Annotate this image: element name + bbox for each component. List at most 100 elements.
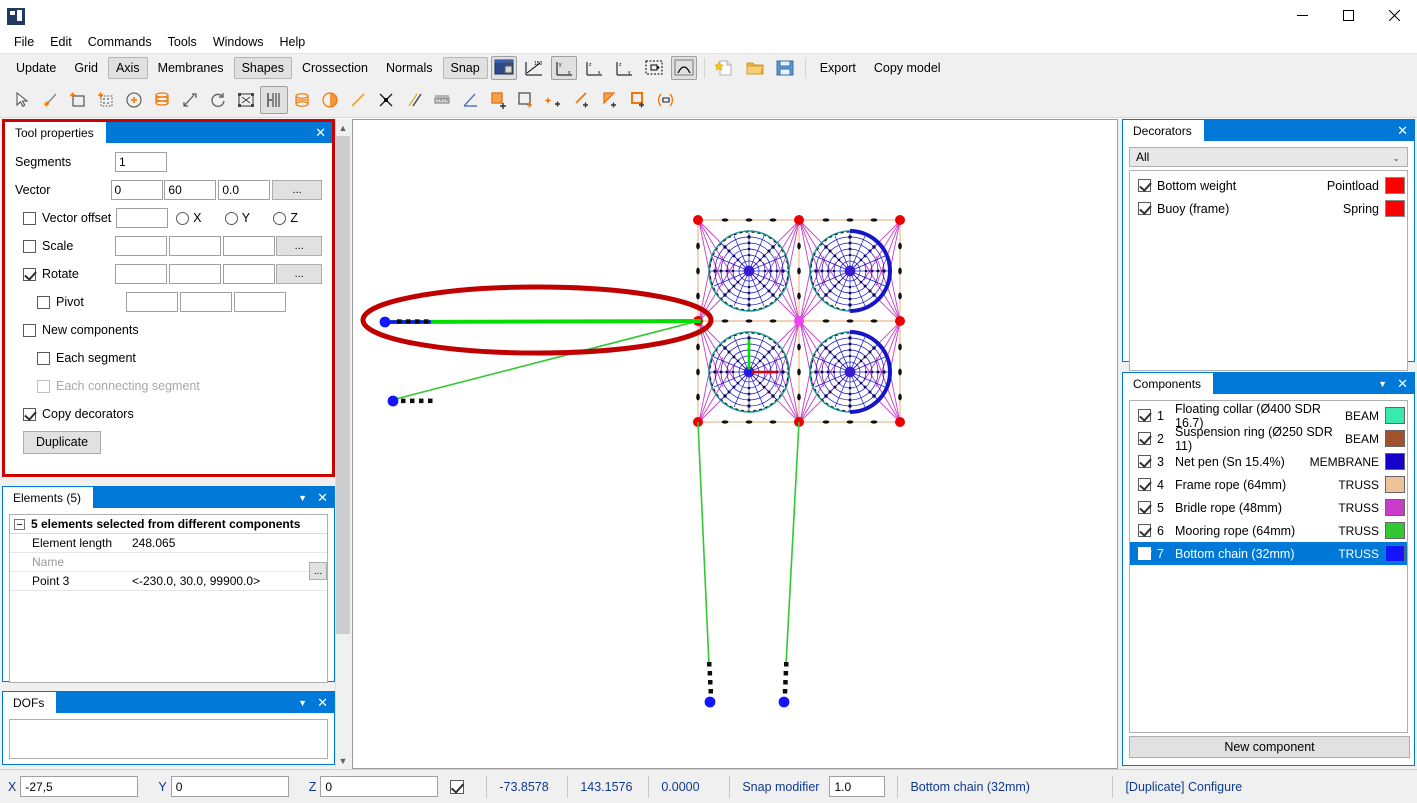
close-icon[interactable]: ✕ [317,491,328,504]
axis-zx-icon[interactable]: zx [581,56,607,80]
axis-x-radio[interactable] [176,211,190,225]
line-segment-icon[interactable] [344,86,372,114]
component-visibility-checkbox[interactable] [1138,455,1151,468]
scroll-up-icon[interactable]: ▲ [336,119,350,136]
rotate-checkbox[interactable] [23,267,36,281]
component-color-swatch[interactable] [1385,430,1405,447]
add-quad-icon[interactable] [624,86,652,114]
add-edge-icon[interactable] [568,86,596,114]
toolbar-axis[interactable]: Axis [107,57,148,79]
scale-icon[interactable] [232,86,260,114]
decorator-row[interactable]: Bottom weight Pointload [1130,174,1407,197]
chevron-down-icon[interactable]: ▼ [1378,379,1387,389]
copy-decorators-checkbox[interactable] [23,407,36,421]
each-segment-checkbox[interactable] [37,351,50,365]
left-dock-scrollbar[interactable]: ▲ ▼ [335,119,350,769]
half-sphere-icon[interactable] [316,86,344,114]
menu-file[interactable]: File [6,32,42,52]
component-row-7[interactable]: 7 Bottom chain (32mm) TRUSS [1130,542,1407,565]
dofs-tab[interactable]: DOFs [3,692,57,713]
axis-yx-icon[interactable]: yx [550,56,577,80]
angle-icon[interactable] [456,86,484,114]
scroll-down-icon[interactable]: ▼ [336,752,350,769]
toolbar-normals[interactable]: Normals [378,57,441,79]
decorator-color-swatch[interactable] [1385,200,1405,217]
toolbar-snap[interactable]: Snap [442,57,488,79]
rotate-x-input[interactable] [115,264,168,284]
rotate-150-icon[interactable]: 150 [521,56,547,80]
menu-edit[interactable]: Edit [42,32,80,52]
toolbar-update[interactable]: Update [8,57,64,79]
status-lock-checkbox[interactable] [450,779,465,794]
pivot-checkbox[interactable] [37,295,50,309]
minimize-button[interactable] [1279,0,1325,31]
chevron-down-icon[interactable]: ▼ [298,493,307,503]
component-color-swatch[interactable] [1385,545,1405,562]
component-color-swatch[interactable] [1385,476,1405,493]
add-rectangle-icon[interactable] [64,86,92,114]
component-color-swatch[interactable] [1385,499,1405,516]
component-color-swatch[interactable] [1385,407,1405,424]
decorator-row[interactable]: Buoy (frame) Spring [1130,197,1407,220]
maximize-button[interactable] [1325,0,1371,31]
vector-more-button[interactable]: ... [272,180,322,200]
export-button[interactable]: Export [812,57,864,79]
component-color-swatch[interactable] [1385,453,1405,470]
add-grid-icon[interactable] [92,86,120,114]
vector-y-input[interactable] [164,180,217,200]
element-length-value[interactable]: 248.065 [128,536,327,550]
component-row-2[interactable]: 2 Suspension ring (Ø250 SDR 11) BEAM [1130,425,1407,453]
menu-help[interactable]: Help [272,32,314,52]
intersect-icon[interactable] [372,86,400,114]
close-icon[interactable]: ✕ [315,126,326,139]
close-button[interactable] [1371,0,1417,31]
close-icon[interactable]: ✕ [317,696,328,709]
close-icon[interactable]: ✕ [1397,124,1408,137]
segments-input[interactable] [115,152,167,172]
collapse-icon[interactable] [14,518,25,530]
open-folder-icon[interactable] [742,56,768,80]
vector-offset-input[interactable] [116,208,169,228]
rotate-y-input[interactable] [168,264,221,284]
rotate-more-button[interactable]: ... [276,264,323,284]
status-x-input[interactable] [20,776,139,797]
add-node-icon[interactable] [540,86,568,114]
tool-properties-tab[interactable]: Tool properties [5,122,106,143]
pivot-x-input[interactable] [126,292,178,312]
new-component-button[interactable]: New component [1129,736,1410,758]
status-z-input[interactable] [320,776,439,797]
element-point3-value[interactable]: <-230.0, 30.0, 99900.0> [128,574,327,588]
decorators-filter-dropdown[interactable]: All ⌄ [1129,147,1408,167]
menu-commands[interactable]: Commands [80,32,160,52]
component-visibility-checkbox[interactable] [1138,547,1151,560]
measure-icon[interactable] [428,86,456,114]
component-visibility-checkbox[interactable] [1138,409,1151,422]
scale-z-input[interactable] [222,236,275,256]
toolbar-grid[interactable]: Grid [66,57,106,79]
components-tab[interactable]: Components [1123,373,1214,394]
axis-z-radio-wrap[interactable]: Z [273,211,322,225]
decorator-color-swatch[interactable] [1385,177,1405,194]
new-file-icon[interactable] [712,56,738,80]
new-components-checkbox[interactable] [23,323,36,337]
mirror-icon[interactable] [652,86,680,114]
zoom-extents-icon[interactable] [641,56,667,80]
decorators-tab[interactable]: Decorators [1123,120,1204,141]
axis-y-radio-wrap[interactable]: Y [224,211,274,225]
component-row-4[interactable]: 4 Frame rope (64mm) TRUSS [1130,473,1407,496]
rotate-icon[interactable] [204,86,232,114]
scale-y-input[interactable] [168,236,221,256]
chevron-down-icon[interactable]: ▼ [298,698,307,708]
pivot-z-input[interactable] [234,292,286,312]
axis-x-radio-wrap[interactable]: X [176,211,225,225]
component-row-6[interactable]: 6 Mooring rope (64mm) TRUSS [1130,519,1407,542]
extrude-icon[interactable] [176,86,204,114]
component-row-5[interactable]: 5 Bridle rope (48mm) TRUSS [1130,496,1407,519]
lock-view-icon[interactable] [490,56,517,80]
axis-zy-icon[interactable]: zy [611,56,637,80]
add-line-icon[interactable] [36,86,64,114]
axis-z-radio[interactable] [273,211,287,225]
menu-windows[interactable]: Windows [205,32,272,52]
scrollbar-thumb[interactable] [336,136,350,634]
rotate-z-input[interactable] [222,264,275,284]
